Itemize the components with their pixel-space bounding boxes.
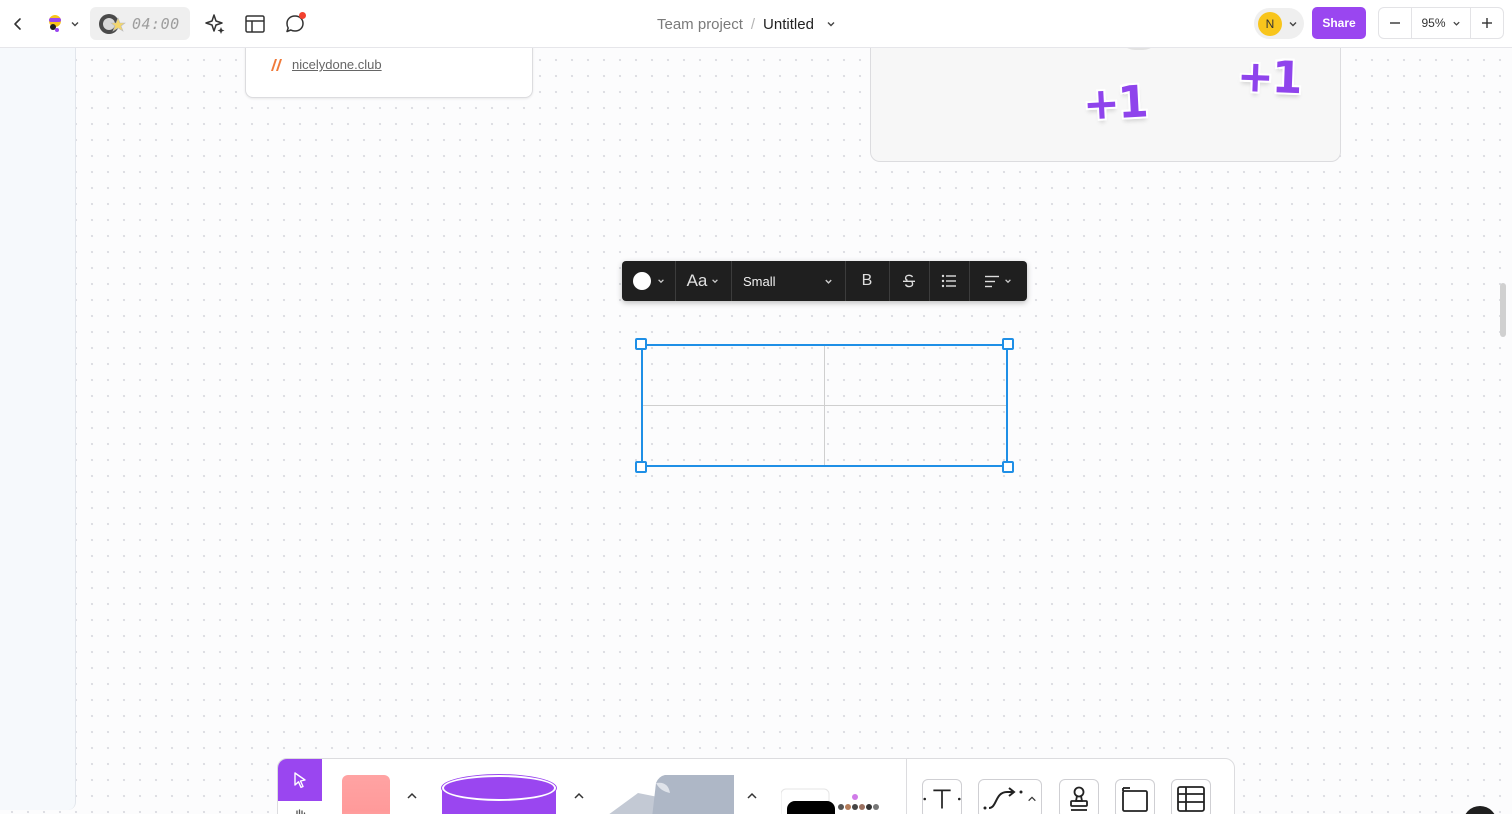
site-favicon-icon	[271, 58, 282, 71]
toolbar-divider	[906, 759, 907, 814]
minus-icon	[1390, 22, 1400, 24]
color-swatch	[632, 272, 651, 290]
chevron-up-icon	[407, 792, 417, 799]
timer-text: 04:00	[132, 14, 180, 33]
hand-tool-button[interactable]	[278, 801, 322, 814]
zoom-in-button[interactable]	[1471, 8, 1503, 38]
cursor-icon	[294, 772, 306, 789]
align-left-icon	[985, 275, 999, 287]
table-grid	[643, 346, 1006, 465]
reaction-card[interactable]: +1 +1	[870, 34, 1341, 162]
resize-handle-bottom-right[interactable]	[1002, 461, 1014, 473]
paper-sheets-icon	[609, 774, 734, 814]
link-text[interactable]: nicelydone.club	[292, 57, 382, 72]
stickers-stack-icon	[780, 788, 879, 814]
layout-icon	[245, 15, 265, 33]
text-format-toolbar: Aa Small B	[622, 261, 1027, 301]
zoom-level-text: 95%	[1421, 16, 1446, 30]
sparkle-icon	[205, 14, 225, 34]
select-tool-button[interactable]	[278, 759, 322, 801]
font-label: Aa	[686, 271, 708, 290]
link-row[interactable]: nicelydone.club	[268, 57, 382, 72]
stamp-icon	[1070, 786, 1088, 811]
selected-table[interactable]	[635, 338, 1014, 473]
font-family-button[interactable]: Aa	[675, 261, 731, 301]
chevron-up-icon	[574, 792, 584, 799]
sticky-note-tool[interactable]	[342, 775, 390, 814]
cylinder-shape-top	[442, 775, 556, 801]
chevron-down-icon[interactable]	[826, 19, 836, 29]
resize-handle-bottom-left[interactable]	[635, 461, 647, 473]
table-cell[interactable]	[824, 346, 1006, 406]
collaborators-button[interactable]: N	[1254, 8, 1304, 39]
chevron-down-icon	[1005, 279, 1011, 284]
vertical-scrollbar[interactable]	[1500, 283, 1506, 337]
hand-icon	[296, 809, 306, 814]
plus-one-sticker[interactable]: +1	[1082, 76, 1148, 130]
frame-tool-button[interactable]	[1115, 779, 1155, 814]
table-icon	[1177, 786, 1205, 812]
app-menu-button[interactable]	[40, 10, 84, 38]
zoom-out-button[interactable]	[1379, 8, 1411, 38]
back-button[interactable]	[6, 12, 30, 36]
top-bar: 04:00 Team project / Untitled N Share 95…	[0, 0, 1512, 48]
chevron-up-icon	[1028, 796, 1036, 802]
table-cell[interactable]	[643, 405, 825, 465]
plus-one-sticker[interactable]: +1	[1236, 51, 1301, 104]
zoom-control: 95%	[1378, 7, 1504, 39]
stickers-stack-tool[interactable]	[780, 787, 891, 814]
chevron-up-icon	[747, 792, 757, 799]
paper-tool[interactable]	[598, 774, 738, 814]
chevron-down-icon	[1452, 21, 1460, 26]
breadcrumb-separator: /	[750, 15, 756, 33]
layout-button[interactable]	[242, 11, 268, 37]
list-icon	[941, 274, 956, 288]
plus-icon	[1482, 18, 1492, 28]
resize-handle-top-right[interactable]	[1002, 338, 1014, 350]
zoom-level-dropdown[interactable]: 95%	[1411, 8, 1471, 38]
resize-handle-top-left[interactable]	[635, 338, 647, 350]
notification-dot	[299, 12, 306, 19]
frame-icon	[1122, 787, 1148, 812]
connector-icon	[983, 787, 1023, 810]
chevron-down-icon	[825, 279, 832, 284]
bottom-toolbar	[277, 758, 1235, 814]
font-size-value: Small	[743, 273, 776, 289]
text-tool-button[interactable]	[922, 779, 962, 814]
chevron-down-icon	[657, 279, 664, 284]
share-button[interactable]: Share	[1312, 7, 1366, 39]
breadcrumb-project[interactable]: Team project	[657, 16, 743, 33]
table-cell[interactable]	[643, 346, 825, 406]
paper-options-button[interactable]	[743, 789, 761, 803]
bold-button[interactable]: B	[845, 261, 889, 301]
text-align-button[interactable]	[969, 261, 1027, 301]
stamp-tool-button[interactable]	[1059, 779, 1099, 814]
sticky-options-button[interactable]	[403, 789, 421, 803]
shape-options-button[interactable]	[570, 789, 588, 803]
table-cell[interactable]	[825, 406, 1007, 466]
text-color-button[interactable]	[622, 261, 675, 301]
font-size-dropdown[interactable]: Small	[731, 261, 845, 301]
connector-tool-button[interactable]	[978, 779, 1042, 814]
text-icon	[923, 789, 961, 809]
table-tool-button[interactable]	[1171, 779, 1211, 814]
chevron-down-icon	[1289, 21, 1297, 26]
timer-button[interactable]: 04:00	[90, 7, 190, 40]
left-panel	[0, 48, 76, 810]
board-title[interactable]: Untitled	[763, 16, 814, 33]
avatar: N	[1258, 11, 1282, 36]
chevron-left-icon	[14, 18, 21, 30]
app-logo-icon	[49, 15, 61, 32]
bold-label: B	[861, 272, 873, 289]
shape-tool[interactable]	[442, 775, 556, 814]
ai-assistant-button[interactable]	[202, 11, 228, 37]
chevron-down-icon	[71, 22, 79, 27]
strikethrough-icon	[903, 274, 915, 288]
bullet-list-button[interactable]	[929, 261, 969, 301]
chevron-down-icon	[712, 279, 719, 284]
breadcrumb: Team project / Untitled	[657, 14, 836, 34]
comments-button[interactable]	[282, 11, 308, 37]
timer-avatar-icon	[99, 13, 126, 34]
strikethrough-button[interactable]	[889, 261, 929, 301]
